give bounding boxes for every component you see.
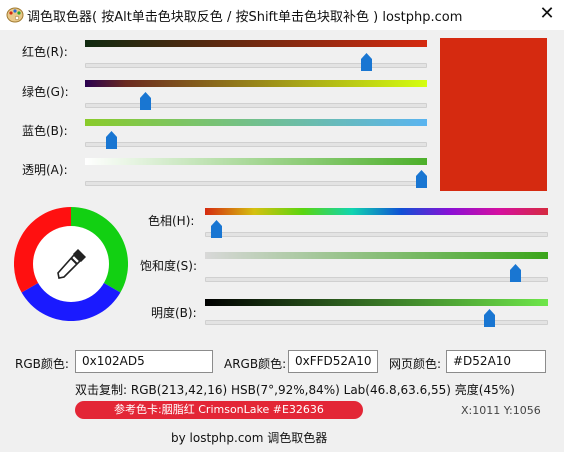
window-title: 调色取色器( 按Alt单击色块取反色 / 按Shift单击色块取补色 ) los… [27, 10, 463, 25]
hue-gradient [205, 208, 548, 215]
blue-track[interactable] [85, 142, 427, 147]
argb-field-label: ARGB颜色: [224, 357, 287, 371]
current-color-swatch[interactable] [440, 38, 547, 191]
green-label: 绿色(G): [22, 85, 69, 99]
copy-info-line[interactable]: 双击复制: RGB(213,42,16) HSB(7°,92%,84%) Lab… [75, 381, 515, 398]
rgb-field-label: RGB颜色: [15, 357, 69, 371]
green-gradient [85, 80, 427, 87]
cursor-coordinates: X:1011 Y:1056 [461, 404, 541, 417]
blue-label: 蓝色(B): [22, 124, 68, 138]
brightness-gradient [205, 299, 548, 306]
argb-value-field[interactable]: 0xFFD52A10 [288, 350, 378, 373]
alpha-track[interactable] [85, 181, 427, 186]
alpha-slider-thumb[interactable] [416, 170, 427, 188]
green-track[interactable] [85, 103, 427, 108]
eyedropper-icon[interactable] [50, 243, 92, 285]
red-gradient [85, 40, 427, 47]
saturation-track[interactable] [205, 277, 548, 282]
brightness-slider-thumb[interactable] [483, 309, 495, 327]
hue-slider-thumb[interactable] [211, 220, 223, 238]
blue-slider-thumb[interactable] [105, 131, 117, 149]
reference-color-card[interactable]: 参考色卡:胭脂红 CrimsonLake #E32636 [75, 401, 363, 419]
close-button[interactable]: ✕ [534, 2, 560, 26]
hue-track[interactable] [205, 232, 548, 237]
red-track[interactable] [85, 63, 427, 68]
green-slider-thumb[interactable] [139, 92, 151, 110]
saturation-slider-thumb[interactable] [510, 264, 522, 282]
title-bar: 调色取色器( 按Alt单击色块取反色 / 按Shift单击色块取补色 ) los… [0, 0, 564, 30]
red-label: 红色(R): [22, 45, 68, 59]
saturation-label: 饱和度(S): [140, 259, 198, 273]
rgb-value-field[interactable]: 0x102AD5 [75, 350, 213, 373]
blue-gradient [85, 119, 427, 126]
footer-credit: by lostphp.com 调色取色器 [171, 431, 328, 445]
alpha-label: 透明(A): [22, 163, 68, 177]
alpha-gradient [85, 158, 427, 165]
hue-label: 色相(H): [148, 214, 195, 228]
brightness-label: 明度(B): [151, 306, 197, 320]
web-field-label: 网页颜色: [389, 357, 442, 371]
web-value-field[interactable]: #D52A10 [446, 350, 546, 373]
palette-icon [6, 7, 24, 23]
saturation-gradient [205, 252, 548, 259]
brightness-track[interactable] [205, 320, 548, 325]
red-slider-thumb[interactable] [361, 53, 373, 71]
